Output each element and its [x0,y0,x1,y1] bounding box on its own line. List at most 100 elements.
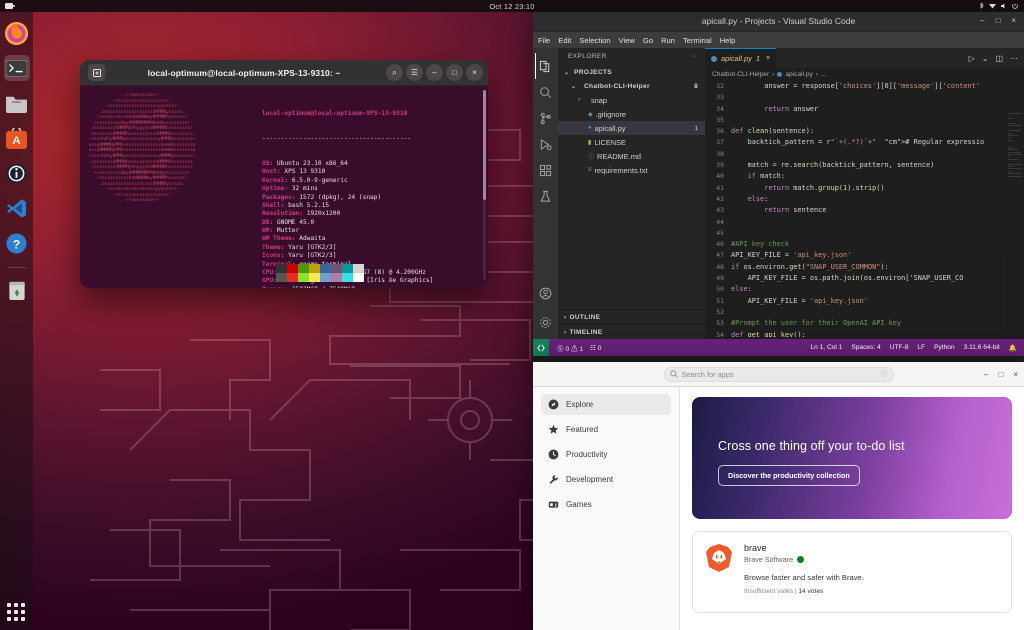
status-ports[interactable]: ☷ 0 [590,344,601,352]
status-eol[interactable]: LF [917,344,925,351]
menu-item-run[interactable]: Run [661,36,675,45]
dock-item-info-app[interactable] [4,160,30,186]
status-problems[interactable]: Ⓢ 0 ⚠ 1 [557,343,583,353]
top-bar-clock[interactable]: Oct 12 23:10 [489,2,534,11]
menu-item-view[interactable]: View [619,36,635,45]
vscode-explorer-sidebar[interactable]: EXPLORER ··· ⌄ PROJECTS ⌄ Chatbot-CLI-Hel… [558,48,705,339]
explorer-item-license[interactable]: ▮ LICENSE [558,135,705,149]
explorer-section-projects[interactable]: ⌄ PROJECTS [558,65,705,79]
status-language-mode[interactable]: Python [934,344,955,351]
editor-breadcrumb[interactable]: Chatbot-CLI-Helper › apicall.py › ... [705,68,1024,80]
more-actions-icon[interactable]: ⋯ [1010,54,1018,63]
vscode-maximize-button[interactable]: □ [995,17,1000,25]
vscode-minimize-button[interactable]: – [980,17,984,25]
search-input[interactable]: Search for apps ⓧ [663,366,894,382]
vscode-titlebar[interactable]: apicall.py - Projects - Visual Studio Co… [533,10,1024,32]
terminal-close-button[interactable]: × [466,64,483,81]
vscode-window-buttons[interactable]: – □ × [980,10,1020,32]
breadcrumb-symbol[interactable]: ... [821,71,827,78]
software-sidebar[interactable]: Explore Featured Productivity Development Ga… [533,387,680,630]
extensions-icon[interactable] [535,157,557,183]
editor-actions[interactable]: ▷ ⌄ ◫ ⋯ [969,48,1024,68]
status-right-group[interactable]: Ln 1, Col 1 Spaces: 4 UTF-8 LF Python 3.… [810,344,1020,352]
terminal-maximize-button[interactable]: □ [446,64,463,81]
terminal-menu-button[interactable]: ☰ [406,64,423,81]
explorer-outline-section[interactable]: › OUTLINE [558,309,705,324]
explorer-item-chatbot-cli-helper[interactable]: ⌄ Chatbot-CLI-Helper 8 [558,79,705,93]
menu-item-help[interactable]: Help [720,36,736,45]
software-maximize-button[interactable]: □ [998,370,1003,379]
terminal-body[interactable]: .-/+oossssoo+/-. `:+ssssssssssssssssss+:… [80,86,488,288]
status-interpreter[interactable]: 3.11.6 64-bit [964,344,1000,351]
tab-apicall-py[interactable]: apicall.py 1 × [705,48,777,68]
bell-icon[interactable]: 🔔 [1009,344,1017,352]
show-applications-button[interactable] [4,600,28,624]
software-headerbar[interactable]: Search for apps ⓧ – □ × [533,362,1024,387]
promo-banner[interactable]: Cross one thing off your to-do list Disc… [692,397,1012,519]
remote-window-icon[interactable] [533,339,549,356]
explorer-item--gitignore[interactable]: ◆ .gitignore [558,107,705,121]
menu-item-terminal[interactable]: Terminal [683,36,712,45]
status-indentation[interactable]: Spaces: 4 [851,344,880,351]
dock-item-ubuntu-software[interactable]: A [4,125,30,151]
terminal-new-tab-button[interactable] [88,64,105,81]
explorer-bottom-sections[interactable]: › OUTLINE › TIMELINE [558,309,705,339]
explorer-file-tree[interactable]: ⌄ Chatbot-CLI-Helper 8 › snap ◆ .gitignore ● api… [558,79,705,177]
menu-item-edit[interactable]: Edit [558,36,571,45]
split-editor-icon[interactable]: ◫ [995,54,1003,63]
sidebar-item-games[interactable]: Games [541,494,671,515]
dock-item-files[interactable] [4,90,30,116]
breadcrumb-folder[interactable]: Chatbot-CLI-Helper [712,71,769,78]
dock-item-vscode[interactable] [4,195,30,221]
menu-item-selection[interactable]: Selection [579,36,610,45]
dock-item-terminal[interactable] [3,55,30,81]
terminal-window[interactable]: local-optimum@local-optimum-XPS-13-9310:… [80,60,488,288]
terminal-titlebar[interactable]: local-optimum@local-optimum-XPS-13-9310:… [80,60,488,86]
vscode-close-button[interactable]: × [1011,17,1016,25]
dock-item-trash[interactable] [4,277,30,303]
terminal-minimize-button[interactable]: – [426,64,443,81]
account-icon[interactable] [535,280,557,306]
banner-cta-button[interactable]: Discover the productivity collection [718,465,860,486]
vscode-activity-bar[interactable] [533,48,558,339]
software-minimize-button[interactable]: – [984,370,988,379]
settings-gear-icon[interactable] [535,309,557,335]
editor-tab-bar[interactable]: apicall.py 1 × ▷ ⌄ ◫ ⋯ [705,48,1024,68]
run-play-icon[interactable]: ▷ [969,54,975,63]
chevron-down-icon[interactable]: ⌄ [982,54,989,63]
tab-close-icon[interactable]: × [766,55,770,62]
vscode-activity-bottom[interactable] [533,280,558,335]
menu-item-file[interactable]: File [538,36,550,45]
editor-code-content[interactable]: answer = response['choices'][0]['message… [729,80,1024,337]
ubuntu-dock[interactable]: A ? [0,12,33,630]
sidebar-item-featured[interactable]: Featured [541,419,671,440]
menu-item-go[interactable]: Go [643,36,653,45]
search-clear-icon[interactable]: ⓧ [881,369,888,379]
explorer-more-icon[interactable]: ··· [690,53,697,60]
app-card-brave[interactable]: brave Brave Software Browse faster and s… [692,531,1012,613]
dock-item-firefox[interactable] [4,20,30,46]
explorer-timeline-section[interactable]: › TIMELINE [558,324,705,339]
explorer-item-apicall-py[interactable]: ● apicall.py 1 [558,121,705,135]
vscode-status-bar[interactable]: Ⓢ 0 ⚠ 1 ☷ 0 Ln 1, Col 1 Spaces: 4 UTF-8 … [533,339,1024,356]
status-cursor-position[interactable]: Ln 1, Col 1 [810,344,842,351]
dock-item-help[interactable]: ? [4,230,30,256]
testing-icon[interactable] [535,183,557,209]
terminal-search-button[interactable]: ⌕ [386,64,403,81]
explorer-item-readme-md[interactable]: ⓘ README.md [558,149,705,163]
vscode-menubar[interactable]: File Edit Selection View Go Run Terminal Help [533,32,1024,48]
sidebar-item-productivity[interactable]: Productivity [541,444,671,465]
software-window-buttons[interactable]: – □ × [984,370,1018,379]
terminal-scrollbar[interactable] [483,90,486,280]
explorer-item-snap[interactable]: › snap [558,93,705,107]
software-close-button[interactable]: × [1013,370,1018,379]
breadcrumb-file[interactable]: apicall.py [785,71,813,78]
status-left-group[interactable]: Ⓢ 0 ⚠ 1 ☷ 0 [557,343,601,353]
sidebar-item-development[interactable]: Development [541,469,671,490]
editor-minimap[interactable] [1006,112,1024,337]
top-bar-status-icons[interactable] [980,2,1018,9]
ubuntu-software-window[interactable]: Search for apps ⓧ – □ × Explore Featured P… [533,362,1024,630]
status-encoding[interactable]: UTF-8 [890,344,909,351]
explorer-icon[interactable] [534,53,557,79]
vscode-window[interactable]: apicall.py - Projects - Visual Studio Co… [533,10,1024,362]
